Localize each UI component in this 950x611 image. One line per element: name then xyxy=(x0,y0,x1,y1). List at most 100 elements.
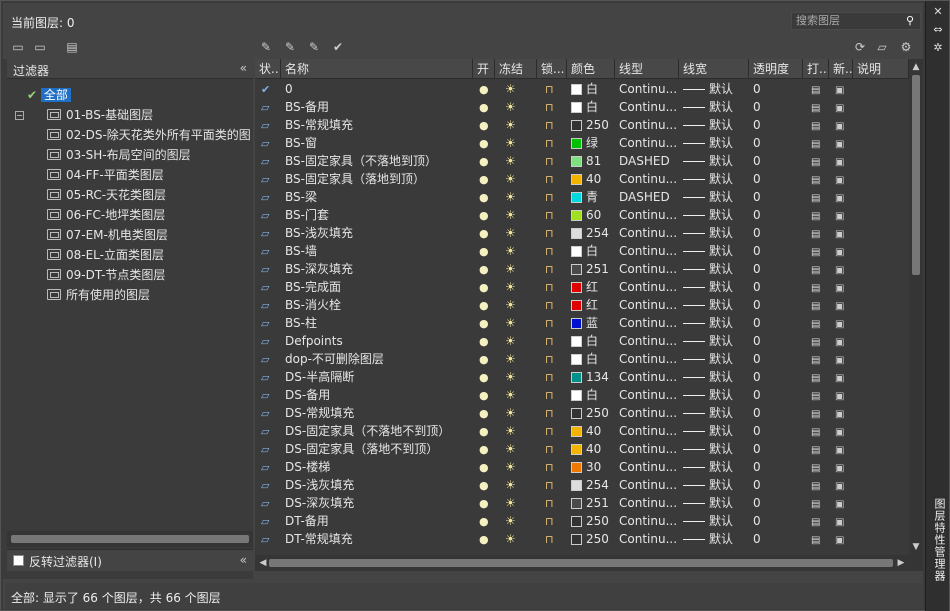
new-vp-freeze-icon[interactable]: ▣ xyxy=(835,499,844,510)
color-swatch[interactable] xyxy=(571,408,582,419)
unlock-icon[interactable]: ⊓ xyxy=(545,371,554,384)
plot-printer-icon[interactable]: ▤ xyxy=(811,211,820,222)
plot-printer-icon[interactable]: ▤ xyxy=(811,373,820,384)
layer-status-icon[interactable]: ▱ xyxy=(261,137,269,150)
table-row[interactable]: ▱ DT-备用 ● ☀ ⊓ 250 Continu... 默认 0 ▤ ▣ xyxy=(255,512,907,530)
layer-name[interactable]: DS-浅灰填充 xyxy=(285,478,354,492)
transparency-value[interactable]: 0 xyxy=(753,298,761,312)
table-row[interactable]: ▱ BS-深灰填充 ● ☀ ⊓ 251 Continu... 默认 0 ▤ ▣ xyxy=(255,260,907,278)
lineweight-label[interactable]: 默认 xyxy=(709,280,733,294)
plot-printer-icon[interactable]: ▤ xyxy=(811,265,820,276)
thaw-sun-icon[interactable]: ☀ xyxy=(505,316,516,330)
layer-name[interactable]: dop-不可删除图层 xyxy=(285,352,384,366)
thaw-sun-icon[interactable]: ☀ xyxy=(505,118,516,132)
lineweight-label[interactable]: 默认 xyxy=(709,190,733,204)
linetype-label[interactable]: Continu... xyxy=(619,262,677,276)
lineweight-label[interactable]: 默认 xyxy=(709,532,733,546)
unlock-icon[interactable]: ⊓ xyxy=(545,209,554,222)
transparency-value[interactable]: 0 xyxy=(753,352,761,366)
layer-status-icon[interactable]: ▱ xyxy=(261,101,269,114)
linetype-label[interactable]: DASHED xyxy=(619,154,670,168)
plot-printer-icon[interactable]: ▤ xyxy=(811,283,820,294)
column-header[interactable]: 透明度 xyxy=(749,59,803,79)
unlock-icon[interactable]: ⊓ xyxy=(545,533,554,546)
on-bulb-icon[interactable]: ● xyxy=(479,425,489,438)
table-row[interactable]: ▱ dop-不可删除图层 ● ☀ ⊓ 白 Continu... 默认 0 ▤ ▣ xyxy=(255,350,907,368)
thaw-sun-icon[interactable]: ☀ xyxy=(505,244,516,258)
new-vp-freeze-icon[interactable]: ▣ xyxy=(835,229,844,240)
thaw-sun-icon[interactable]: ☀ xyxy=(505,442,516,456)
transparency-value[interactable]: 0 xyxy=(753,424,761,438)
lineweight-label[interactable]: 默认 xyxy=(709,172,733,186)
layer-status-icon[interactable]: ▱ xyxy=(261,299,269,312)
filter-hscroll-thumb[interactable] xyxy=(11,535,249,543)
lineweight-label[interactable]: 默认 xyxy=(709,82,733,96)
lineweight-label[interactable]: 默认 xyxy=(709,208,733,222)
table-row[interactable]: ▱ BS-柱 ● ☀ ⊓ 蓝 Continu... 默认 0 ▤ ▣ xyxy=(255,314,907,332)
gear-icon[interactable]: ⚙ xyxy=(897,38,915,56)
lineweight-label[interactable]: 默认 xyxy=(709,496,733,510)
tree-filter-item[interactable]: 03-SH-布局空间的图层 xyxy=(47,145,191,165)
color-swatch[interactable] xyxy=(571,480,582,491)
new-vp-freeze-icon[interactable]: ▣ xyxy=(835,463,844,474)
close-icon[interactable]: ✕ xyxy=(930,5,946,19)
new-vp-freeze-icon[interactable]: ▣ xyxy=(835,283,844,294)
unlock-icon[interactable]: ⊓ xyxy=(545,263,554,276)
on-bulb-icon[interactable]: ● xyxy=(479,389,489,402)
on-bulb-icon[interactable]: ● xyxy=(479,137,489,150)
on-bulb-icon[interactable]: ● xyxy=(479,245,489,258)
plot-printer-icon[interactable]: ▤ xyxy=(811,301,820,312)
lineweight-label[interactable]: 默认 xyxy=(709,136,733,150)
new-vp-freeze-icon[interactable]: ▣ xyxy=(835,85,844,96)
linetype-label[interactable]: Continu... xyxy=(619,424,677,438)
unlock-icon[interactable]: ⊓ xyxy=(545,389,554,402)
table-row[interactable]: ▱ DS-备用 ● ☀ ⊓ 白 Continu... 默认 0 ▤ ▣ xyxy=(255,386,907,404)
new-vp-freeze-icon[interactable]: ▣ xyxy=(835,103,844,114)
new-vp-freeze-icon[interactable]: ▣ xyxy=(835,427,844,438)
column-header[interactable]: 开 xyxy=(473,59,495,79)
table-row[interactable]: ▱ DS-常规填充 ● ☀ ⊓ 250 Continu... 默认 0 ▤ ▣ xyxy=(255,404,907,422)
linetype-label[interactable]: Continu... xyxy=(619,226,677,240)
layer-status-icon[interactable]: ▱ xyxy=(261,317,269,330)
color-swatch[interactable] xyxy=(571,228,582,239)
linetype-label[interactable]: Continu... xyxy=(619,82,677,96)
on-bulb-icon[interactable]: ● xyxy=(479,407,489,420)
color-swatch[interactable] xyxy=(571,534,582,545)
layer-status-icon[interactable]: ▱ xyxy=(261,371,269,384)
linetype-label[interactable]: Continu... xyxy=(619,352,677,366)
unlock-icon[interactable]: ⊓ xyxy=(545,155,554,168)
on-bulb-icon[interactable]: ● xyxy=(479,173,489,186)
new-vp-freeze-icon[interactable]: ▣ xyxy=(835,193,844,204)
color-swatch[interactable] xyxy=(571,462,582,473)
new-vp-freeze-icon[interactable]: ▣ xyxy=(835,517,844,528)
layer-name[interactable]: 0 xyxy=(285,82,293,96)
color-swatch[interactable] xyxy=(571,138,582,149)
color-swatch[interactable] xyxy=(571,318,582,329)
transparency-value[interactable]: 0 xyxy=(753,514,761,528)
new-vp-freeze-icon[interactable]: ▣ xyxy=(835,265,844,276)
layer-name[interactable]: DS-楼梯 xyxy=(285,460,330,474)
new-vp-freeze-icon[interactable]: ▣ xyxy=(835,247,844,258)
layer-name[interactable]: BS-梁 xyxy=(285,190,317,204)
color-swatch[interactable] xyxy=(571,336,582,347)
plot-printer-icon[interactable]: ▤ xyxy=(811,355,820,366)
new-vp-freeze-icon[interactable]: ▣ xyxy=(835,445,844,456)
thaw-sun-icon[interactable]: ☀ xyxy=(505,406,516,420)
on-bulb-icon[interactable]: ● xyxy=(479,353,489,366)
unlock-icon[interactable]: ⊓ xyxy=(545,497,554,510)
new-vp-freeze-icon[interactable]: ▣ xyxy=(835,157,844,168)
layer-status-icon[interactable]: ▱ xyxy=(261,461,269,474)
tree-filter-item[interactable]: 04-FF-平面类图层 xyxy=(47,165,164,185)
lineweight-label[interactable]: 默认 xyxy=(709,226,733,240)
table-row[interactable]: ▱ BS-墙 ● ☀ ⊓ 白 Continu... 默认 0 ▤ ▣ xyxy=(255,242,907,260)
layer-name[interactable]: DS-固定家具（不落地不到顶） xyxy=(285,424,450,438)
new-layer-vp-frozen-icon[interactable]: ✎ xyxy=(281,38,299,56)
on-bulb-icon[interactable]: ● xyxy=(479,443,489,456)
lineweight-label[interactable]: 默认 xyxy=(709,388,733,402)
plot-printer-icon[interactable]: ▤ xyxy=(811,121,820,132)
lineweight-label[interactable]: 默认 xyxy=(709,316,733,330)
table-row[interactable]: ▱ BS-梁 ● ☀ ⊓ 青 DASHED 默认 0 ▤ ▣ xyxy=(255,188,907,206)
layer-name[interactable]: BS-完成面 xyxy=(285,280,341,294)
scroll-right-icon[interactable]: ▶ xyxy=(895,557,907,569)
layer-name[interactable]: BS-固定家具（落地到顶） xyxy=(285,172,425,186)
